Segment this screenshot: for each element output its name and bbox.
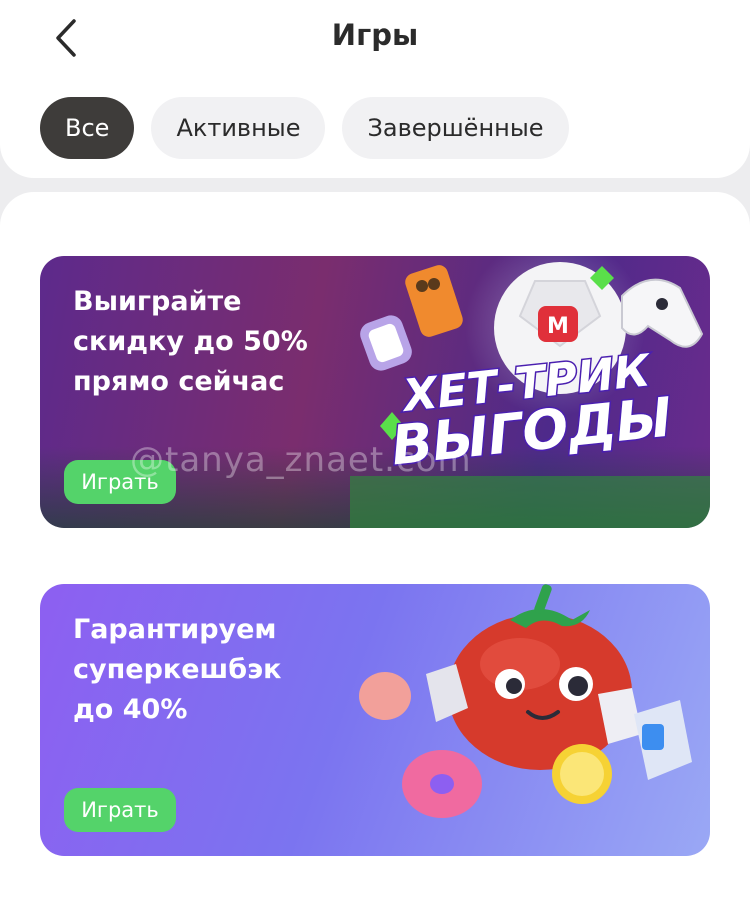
filter-tab-all[interactable]: Все xyxy=(40,97,135,159)
tomato-illustration xyxy=(359,584,692,818)
card-text-line: суперкешбэк xyxy=(73,654,282,685)
card-text-line: до 40% xyxy=(73,694,188,725)
card-text-line: скидку до 50% xyxy=(73,326,308,357)
play-button[interactable]: Играть xyxy=(64,788,176,832)
filter-tabs: Все Активные Завершённые xyxy=(40,97,569,159)
play-button[interactable]: Играть xyxy=(64,460,176,504)
filter-tab-active[interactable]: Активные xyxy=(151,97,326,159)
card-text-line: Гарантируем xyxy=(73,614,277,645)
ball-logo-text: М xyxy=(547,314,569,339)
game-card-hat-trick[interactable]: М ХЕТ-ТРИК ВЫГОДЫ Выиграйте скидку до 50… xyxy=(40,256,710,528)
page-title: Игры xyxy=(331,18,419,52)
hat-trick-illustration: М ХЕТ-ТРИК ВЫГОДЫ xyxy=(350,256,710,528)
card-text-line: Выиграйте xyxy=(73,286,242,317)
filter-tab-completed[interactable]: Завершённые xyxy=(342,97,569,159)
game-card-supercashback[interactable]: Гарантируем суперкешбэк до 40% Играть xyxy=(40,584,710,856)
card-text-line: прямо сейчас xyxy=(73,366,285,397)
card-description: Выиграйте скидку до 50% прямо сейчас xyxy=(73,282,393,402)
card-description: Гарантируем суперкешбэк до 40% xyxy=(73,610,393,730)
top-panel: Игры Все Активные Завершённые xyxy=(0,0,750,178)
